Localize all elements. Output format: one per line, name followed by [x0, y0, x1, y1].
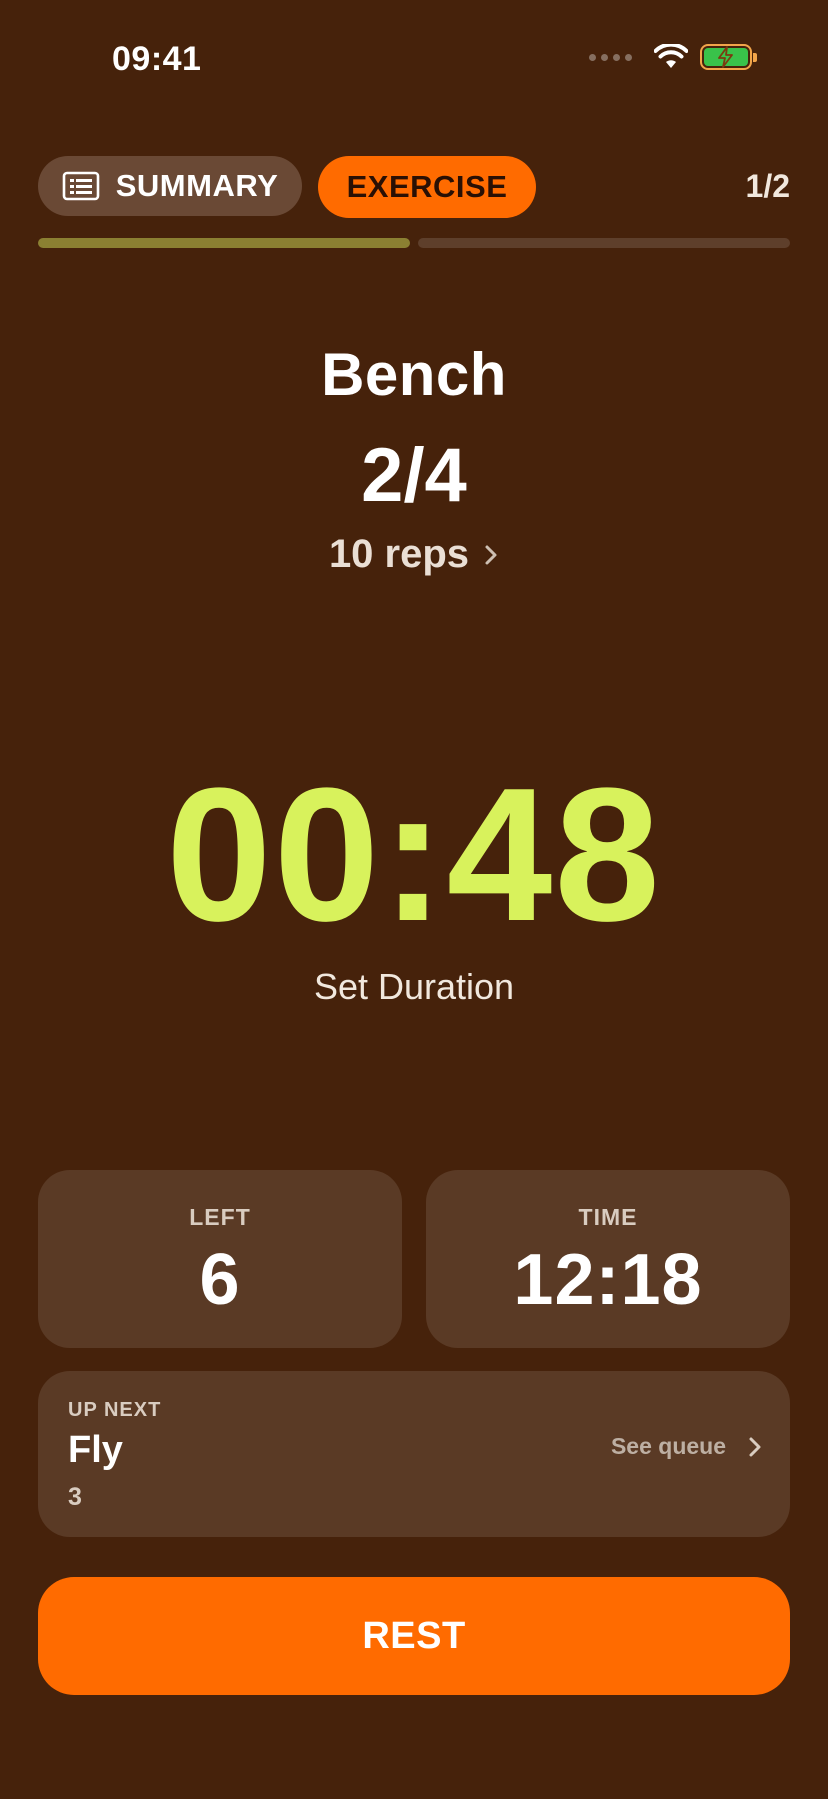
exercise-name: Bench [321, 341, 507, 408]
see-queue-label: See queue [610, 1433, 726, 1459]
chevron-right-icon [749, 1437, 761, 1456]
up-next-set-count: 3 [68, 1483, 82, 1511]
status-indicators [589, 44, 757, 70]
sets-left-card: LEFT 6 [38, 1170, 402, 1348]
sets-left-label: LEFT [189, 1204, 251, 1230]
elapsed-time-label: TIME [578, 1204, 638, 1230]
wifi-icon [654, 44, 688, 68]
list-icon [62, 171, 100, 201]
set-progress: 2/4 [361, 433, 467, 518]
tab-exercise-label: EXERCISE [346, 169, 508, 204]
up-next-card[interactable]: UP NEXT Fly 3 See queue [38, 1371, 790, 1537]
chevron-right-icon [485, 545, 497, 564]
set-timer: 00:48 [166, 749, 662, 961]
tab-summary-label: SUMMARY [115, 168, 279, 203]
battery-charging-icon [700, 44, 757, 70]
rest-button[interactable]: REST [38, 1577, 790, 1695]
up-next-exercise-name: Fly [68, 1429, 123, 1471]
workout-screen: 09:41 SUMMARY EXERCISE 1/2 Bench 2/4 10 … [0, 0, 828, 1799]
progress-segment-incomplete [418, 238, 790, 248]
rest-button-label: REST [362, 1614, 466, 1657]
elapsed-time-value: 12:18 [513, 1240, 703, 1320]
reps-label: 10 reps [328, 532, 470, 576]
timer-label: Set Duration [313, 966, 515, 1007]
tab-summary[interactable]: SUMMARY [38, 156, 302, 216]
see-queue-link[interactable]: See queue [611, 1433, 762, 1460]
progress-segment-complete [38, 238, 410, 248]
page-counter: 1/2 [745, 168, 790, 204]
tab-exercise[interactable]: EXERCISE [318, 156, 536, 218]
elapsed-time-card: TIME 12:18 [426, 1170, 790, 1348]
reps-selector[interactable]: 10 reps [0, 532, 828, 577]
up-next-label: UP NEXT [68, 1399, 162, 1421]
status-time: 09:41 [112, 40, 202, 78]
cellular-signal-icon [589, 53, 632, 61]
sets-left-value: 6 [199, 1240, 241, 1320]
